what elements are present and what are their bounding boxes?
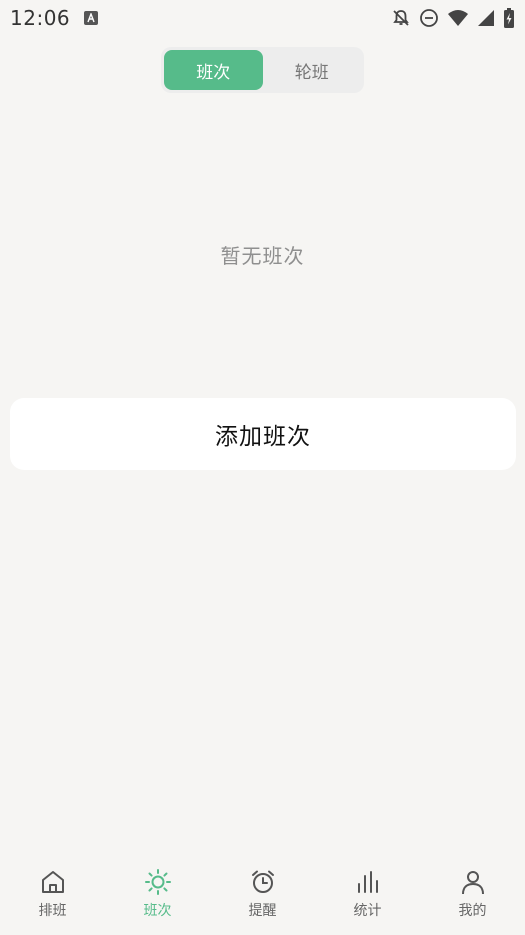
status-bar: 12:06 [0, 0, 525, 36]
bar-chart-icon [357, 871, 378, 893]
status-time: 12:06 [10, 6, 71, 30]
person-icon [461, 871, 484, 895]
nav-item-shifts[interactable]: 班次 [105, 860, 210, 935]
bell-off-icon [393, 10, 409, 26]
nav-label: 提醒 [248, 903, 277, 919]
nav-label: 我的 [458, 903, 487, 919]
do-not-disturb-icon [420, 9, 438, 27]
nav-item-reminders[interactable]: 提醒 [210, 860, 315, 935]
nav-item-schedule[interactable]: 排班 [0, 860, 105, 935]
nav-label: 班次 [143, 903, 172, 919]
status-icons [391, 7, 515, 29]
shift-type-segmented-control: 班次 轮班 [161, 47, 364, 93]
screen: 12:06 班次 轮班 暂无班次 添加班次 排班 班次 提醒 统计 我的 [0, 0, 525, 935]
add-shift-button[interactable]: 添加班次 [10, 398, 516, 470]
nav-item-profile[interactable]: 我的 [420, 860, 525, 935]
home-icon [41, 871, 64, 893]
tab-shifts[interactable]: 班次 [164, 50, 263, 90]
sun-icon [144, 869, 171, 895]
wifi-icon [448, 10, 468, 26]
signal-icon [478, 10, 494, 26]
battery-charging-icon [504, 8, 514, 28]
nav-label: 统计 [353, 903, 382, 919]
app-a-icon [84, 11, 99, 25]
tab-rotations[interactable]: 轮班 [263, 50, 362, 90]
nav-label: 排班 [38, 903, 67, 919]
empty-state-text: 暂无班次 [220, 244, 305, 268]
bottom-nav: 排班 班次 提醒 统计 我的 [0, 860, 525, 935]
nav-item-statistics[interactable]: 统计 [315, 860, 420, 935]
alarm-clock-icon [251, 870, 274, 893]
